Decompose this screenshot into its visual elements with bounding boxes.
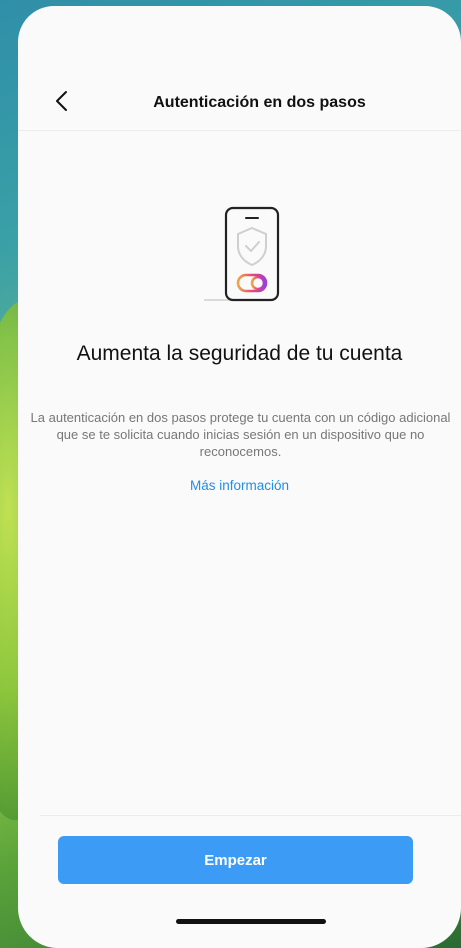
learn-more-link[interactable]: Más información	[138, 478, 341, 493]
nav-header: Autenticación en dos pasos	[18, 76, 461, 131]
description-text: La autenticación en dos pasos protege tu…	[30, 410, 451, 459]
back-button[interactable]	[50, 86, 78, 116]
phone-shield-icon	[202, 204, 284, 312]
page-title: Autenticación en dos pasos	[153, 94, 366, 111]
footer-divider	[40, 815, 461, 816]
start-button[interactable]: Empezar	[58, 836, 413, 884]
section-headline: Aumenta la seguridad de tu cuenta	[76, 342, 403, 365]
chevron-left-icon	[56, 91, 67, 111]
home-indicator[interactable]	[176, 919, 326, 924]
app-screen: Autenticación en dos pasos Aumenta la se…	[18, 6, 461, 948]
